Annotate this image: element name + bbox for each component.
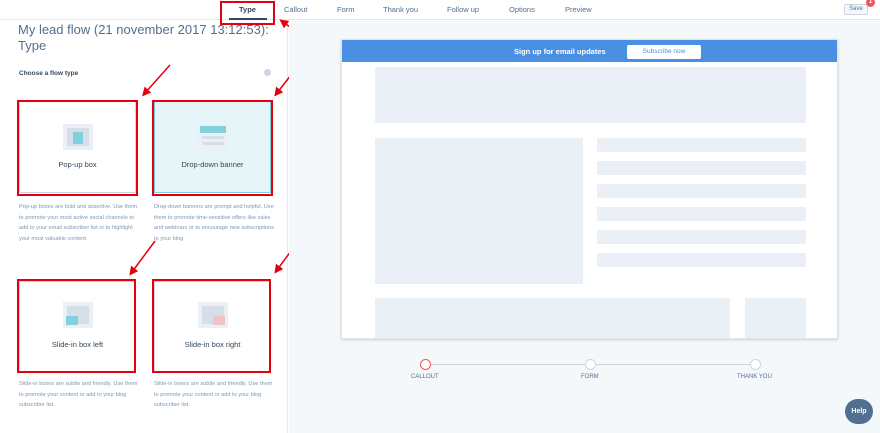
step-label-thank-you: THANK YOU [737,374,772,380]
step-label-form: FORM [581,374,599,380]
placeholder-line [597,230,806,244]
annotation-highlight [152,100,273,196]
top-navigation: Type Callout Form Thank you Follow up Op… [0,0,880,20]
help-button[interactable]: Help [845,399,873,424]
subscribe-now-button[interactable]: Subscribe now [627,45,701,59]
placeholder-line [597,138,806,152]
placeholder-line [597,207,806,221]
page-title: My lead flow (21 november 2017 13:12:53)… [18,22,269,53]
choose-flow-type-label: Choose a flow type [19,70,79,77]
step-form-dot[interactable] [585,359,596,370]
info-icon[interactable] [264,69,271,76]
annotation-highlight [17,100,138,196]
notification-badge: 1 [866,0,875,7]
tab-preview[interactable]: Preview [565,5,592,14]
annotation-highlight [152,279,271,373]
annotation-highlight [220,1,275,25]
step-label-callout: CALLOUT [411,374,439,380]
save-button[interactable]: Save [844,4,868,15]
placeholder-line [597,184,806,198]
tab-follow-up[interactable]: Follow up [447,5,479,14]
annotation-highlight [17,279,136,373]
tab-callout[interactable]: Callout [284,5,307,14]
preview-frame: Sign up for email updates Subscribe now [341,39,838,339]
banner-text: Sign up for email updates [514,47,606,56]
placeholder-block [375,138,583,284]
step-callout-dot[interactable] [420,359,431,370]
tab-thank-you[interactable]: Thank you [383,5,418,14]
placeholder-block [375,67,806,123]
card-description: Slide-in boxes are subtle and friendly. … [19,381,138,408]
card-description: Drop-down banners are prompt and helpful… [154,204,275,242]
placeholder-line [597,161,806,175]
card-description: Slide-in boxes are subtle and friendly. … [154,381,273,408]
dropdown-banner-preview: Sign up for email updates Subscribe now [342,40,837,62]
placeholder-block [375,298,730,338]
tab-form[interactable]: Form [337,5,355,14]
placeholder-line [597,253,806,267]
step-thank-you-dot[interactable] [750,359,761,370]
placeholder-block [745,298,806,338]
card-description: Pop-up boxes are bold and assertive. Use… [19,204,138,242]
tab-options[interactable]: Options [509,5,535,14]
